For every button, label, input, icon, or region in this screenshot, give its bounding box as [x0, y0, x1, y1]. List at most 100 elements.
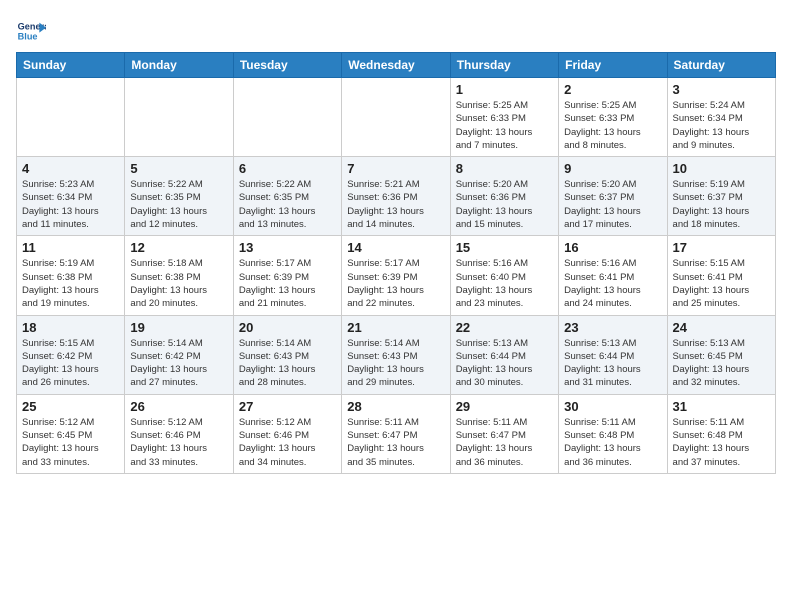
day-number: 29	[456, 399, 553, 414]
calendar-cell: 12 Sunrise: 5:18 AM Sunset: 6:38 PM Dayli…	[125, 236, 233, 315]
day-info: Sunrise: 5:14 AM Sunset: 6:42 PM Dayligh…	[130, 337, 227, 390]
day-info: Sunrise: 5:16 AM Sunset: 6:41 PM Dayligh…	[564, 257, 661, 310]
day-number: 21	[347, 320, 444, 335]
calendar-cell: 31 Sunrise: 5:11 AM Sunset: 6:48 PM Dayli…	[667, 394, 775, 473]
calendar-cell: 8 Sunrise: 5:20 AM Sunset: 6:36 PM Daylig…	[450, 157, 558, 236]
calendar-cell: 13 Sunrise: 5:17 AM Sunset: 6:39 PM Dayli…	[233, 236, 341, 315]
day-number: 10	[673, 161, 770, 176]
calendar-cell: 15Sunrise: 5:16 AM Sunset: 6:40 PM Dayli…	[450, 236, 558, 315]
day-info: Sunrise: 5:17 AM Sunset: 6:39 PM Dayligh…	[347, 257, 444, 310]
calendar-cell	[17, 78, 125, 157]
day-info: Sunrise: 5:13 AM Sunset: 6:45 PM Dayligh…	[673, 337, 770, 390]
day-number: 26	[130, 399, 227, 414]
day-info: Sunrise: 5:19 AM Sunset: 6:37 PM Dayligh…	[673, 178, 770, 231]
calendar-cell: 6 Sunrise: 5:22 AM Sunset: 6:35 PM Daylig…	[233, 157, 341, 236]
day-number: 30	[564, 399, 661, 414]
day-number: 6	[239, 161, 336, 176]
day-info: Sunrise: 5:17 AM Sunset: 6:39 PM Dayligh…	[239, 257, 336, 310]
week-row-2: 4Sunrise: 5:23 AM Sunset: 6:34 PM Daylig…	[17, 157, 776, 236]
calendar-cell: 16 Sunrise: 5:16 AM Sunset: 6:41 PM Dayli…	[559, 236, 667, 315]
day-info: Sunrise: 5:13 AM Sunset: 6:44 PM Dayligh…	[564, 337, 661, 390]
weekday-header-tuesday: Tuesday	[233, 53, 341, 78]
day-number: 19	[130, 320, 227, 335]
calendar-table: SundayMondayTuesdayWednesdayThursdayFrid…	[16, 52, 776, 474]
day-info: Sunrise: 5:25 AM Sunset: 6:33 PM Dayligh…	[564, 99, 661, 152]
weekday-header-thursday: Thursday	[450, 53, 558, 78]
calendar-cell: 27 Sunrise: 5:12 AM Sunset: 6:46 PM Dayli…	[233, 394, 341, 473]
calendar-cell: 5 Sunrise: 5:22 AM Sunset: 6:35 PM Daylig…	[125, 157, 233, 236]
day-info: Sunrise: 5:23 AM Sunset: 6:34 PM Dayligh…	[22, 178, 119, 231]
page: General Blue SundayMondayTuesdayWednesda…	[0, 0, 792, 484]
day-number: 12	[130, 240, 227, 255]
weekday-header-sunday: Sunday	[17, 53, 125, 78]
calendar-cell	[342, 78, 450, 157]
day-number: 1	[456, 82, 553, 97]
calendar-cell: 22 Sunrise: 5:13 AM Sunset: 6:44 PM Dayli…	[450, 315, 558, 394]
day-number: 31	[673, 399, 770, 414]
day-info: Sunrise: 5:20 AM Sunset: 6:36 PM Dayligh…	[456, 178, 553, 231]
calendar-cell: 2 Sunrise: 5:25 AM Sunset: 6:33 PM Daylig…	[559, 78, 667, 157]
weekday-header-wednesday: Wednesday	[342, 53, 450, 78]
day-info: Sunrise: 5:11 AM Sunset: 6:47 PM Dayligh…	[347, 416, 444, 469]
day-info: Sunrise: 5:22 AM Sunset: 6:35 PM Dayligh…	[130, 178, 227, 231]
calendar-cell: 9 Sunrise: 5:20 AM Sunset: 6:37 PM Daylig…	[559, 157, 667, 236]
week-row-3: 11Sunrise: 5:19 AM Sunset: 6:38 PM Dayli…	[17, 236, 776, 315]
calendar-cell: 4Sunrise: 5:23 AM Sunset: 6:34 PM Daylig…	[17, 157, 125, 236]
day-number: 16	[564, 240, 661, 255]
day-number: 27	[239, 399, 336, 414]
day-info: Sunrise: 5:20 AM Sunset: 6:37 PM Dayligh…	[564, 178, 661, 231]
svg-text:Blue: Blue	[18, 31, 38, 41]
weekday-header-row: SundayMondayTuesdayWednesdayThursdayFrid…	[17, 53, 776, 78]
day-number: 2	[564, 82, 661, 97]
day-number: 28	[347, 399, 444, 414]
calendar-cell: 24 Sunrise: 5:13 AM Sunset: 6:45 PM Dayli…	[667, 315, 775, 394]
day-info: Sunrise: 5:12 AM Sunset: 6:45 PM Dayligh…	[22, 416, 119, 469]
calendar-cell: 17 Sunrise: 5:15 AM Sunset: 6:41 PM Dayli…	[667, 236, 775, 315]
day-number: 7	[347, 161, 444, 176]
calendar-cell: 23 Sunrise: 5:13 AM Sunset: 6:44 PM Dayli…	[559, 315, 667, 394]
day-info: Sunrise: 5:22 AM Sunset: 6:35 PM Dayligh…	[239, 178, 336, 231]
day-number: 22	[456, 320, 553, 335]
calendar-cell: 1 Sunrise: 5:25 AM Sunset: 6:33 PM Daylig…	[450, 78, 558, 157]
calendar-cell: 7 Sunrise: 5:21 AM Sunset: 6:36 PM Daylig…	[342, 157, 450, 236]
day-info: Sunrise: 5:15 AM Sunset: 6:41 PM Dayligh…	[673, 257, 770, 310]
day-info: Sunrise: 5:14 AM Sunset: 6:43 PM Dayligh…	[347, 337, 444, 390]
weekday-header-friday: Friday	[559, 53, 667, 78]
calendar-cell: 29Sunrise: 5:11 AM Sunset: 6:47 PM Dayli…	[450, 394, 558, 473]
weekday-header-monday: Monday	[125, 53, 233, 78]
day-info: Sunrise: 5:12 AM Sunset: 6:46 PM Dayligh…	[130, 416, 227, 469]
day-number: 24	[673, 320, 770, 335]
calendar-cell: 28 Sunrise: 5:11 AM Sunset: 6:47 PM Dayli…	[342, 394, 450, 473]
calendar-cell	[233, 78, 341, 157]
calendar-cell: 26 Sunrise: 5:12 AM Sunset: 6:46 PM Dayli…	[125, 394, 233, 473]
day-info: Sunrise: 5:12 AM Sunset: 6:46 PM Dayligh…	[239, 416, 336, 469]
calendar-cell: 10 Sunrise: 5:19 AM Sunset: 6:37 PM Dayli…	[667, 157, 775, 236]
day-number: 20	[239, 320, 336, 335]
day-info: Sunrise: 5:18 AM Sunset: 6:38 PM Dayligh…	[130, 257, 227, 310]
day-info: Sunrise: 5:25 AM Sunset: 6:33 PM Dayligh…	[456, 99, 553, 152]
day-number: 25	[22, 399, 119, 414]
weekday-header-saturday: Saturday	[667, 53, 775, 78]
week-row-1: 1 Sunrise: 5:25 AM Sunset: 6:33 PM Daylig…	[17, 78, 776, 157]
day-info: Sunrise: 5:13 AM Sunset: 6:44 PM Dayligh…	[456, 337, 553, 390]
day-number: 13	[239, 240, 336, 255]
day-info: Sunrise: 5:19 AM Sunset: 6:38 PM Dayligh…	[22, 257, 119, 310]
day-info: Sunrise: 5:16 AM Sunset: 6:40 PM Dayligh…	[456, 257, 553, 310]
calendar-cell: 25 Sunrise: 5:12 AM Sunset: 6:45 PM Dayli…	[17, 394, 125, 473]
calendar-cell: 30Sunrise: 5:11 AM Sunset: 6:48 PM Dayli…	[559, 394, 667, 473]
day-number: 3	[673, 82, 770, 97]
day-number: 17	[673, 240, 770, 255]
logo-icon: General Blue	[16, 16, 46, 46]
logo: General Blue	[16, 16, 46, 46]
calendar-cell: 14 Sunrise: 5:17 AM Sunset: 6:39 PM Dayli…	[342, 236, 450, 315]
day-number: 9	[564, 161, 661, 176]
day-number: 14	[347, 240, 444, 255]
calendar-cell: 18 Sunrise: 5:15 AM Sunset: 6:42 PM Dayli…	[17, 315, 125, 394]
day-number: 23	[564, 320, 661, 335]
day-number: 5	[130, 161, 227, 176]
day-info: Sunrise: 5:11 AM Sunset: 6:48 PM Dayligh…	[673, 416, 770, 469]
day-info: Sunrise: 5:15 AM Sunset: 6:42 PM Dayligh…	[22, 337, 119, 390]
day-number: 8	[456, 161, 553, 176]
day-info: Sunrise: 5:21 AM Sunset: 6:36 PM Dayligh…	[347, 178, 444, 231]
day-number: 18	[22, 320, 119, 335]
